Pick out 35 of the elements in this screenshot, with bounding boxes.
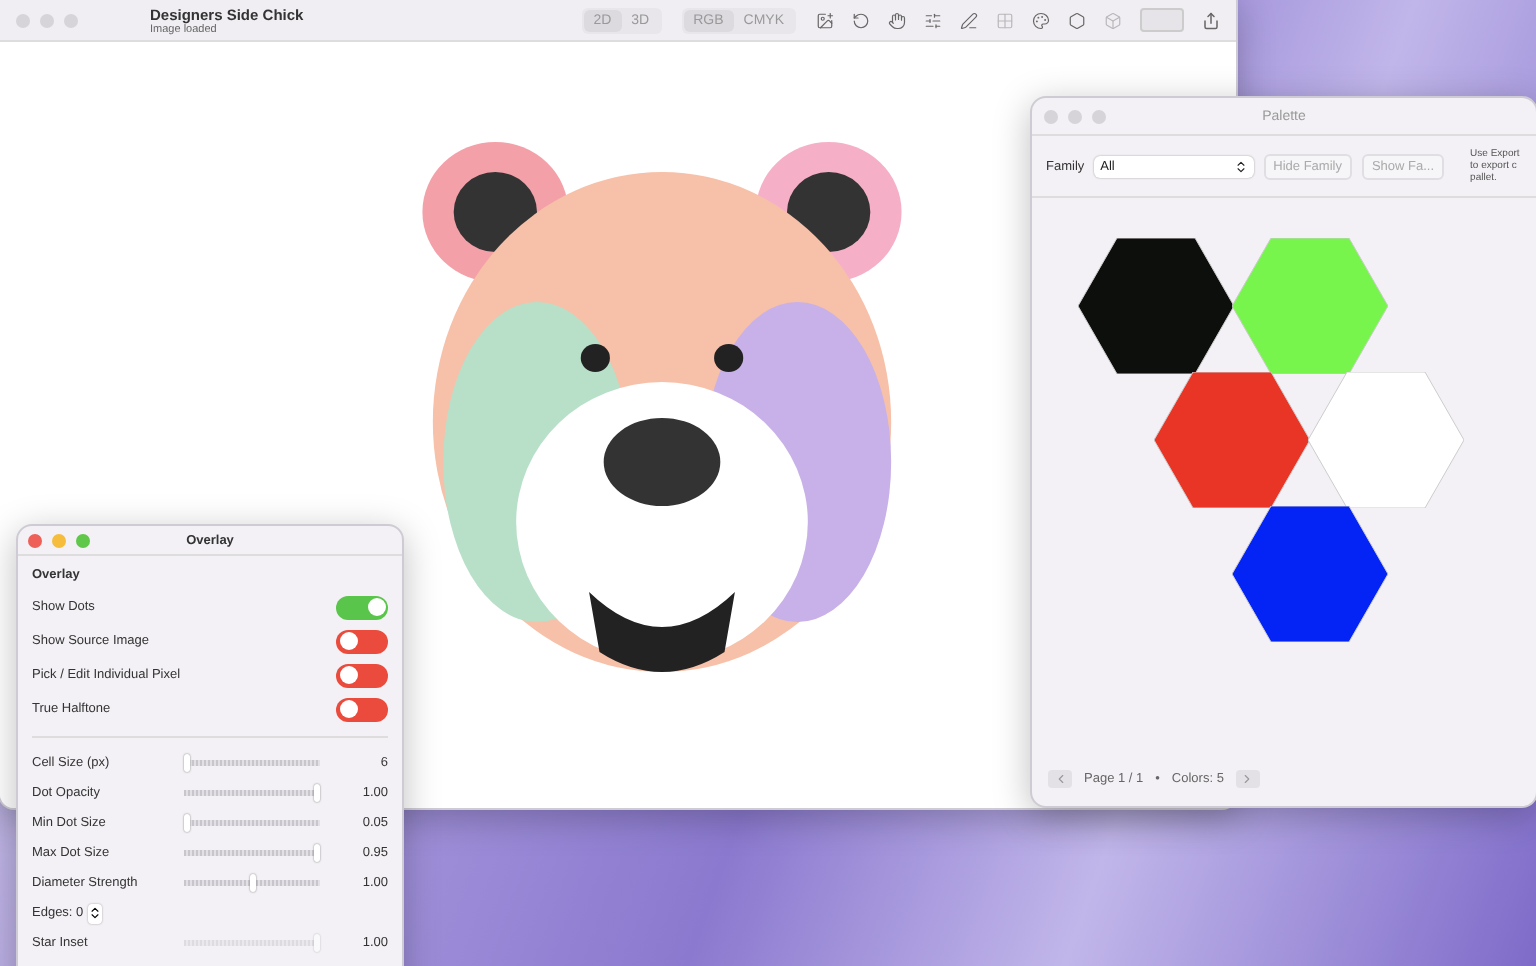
- stepper-arrows-icon: [87, 906, 102, 920]
- palette-icon[interactable]: [1032, 11, 1050, 29]
- slider-track[interactable]: [184, 790, 320, 796]
- toggle-switch[interactable]: [336, 697, 388, 721]
- slider-thumb[interactable]: [249, 874, 255, 892]
- color-swatch[interactable]: [1232, 238, 1388, 374]
- color-swatch[interactable]: [1232, 506, 1388, 642]
- rotate-icon[interactable]: [852, 11, 870, 29]
- color-swatch[interactable]: [1154, 372, 1310, 508]
- previous-page-button[interactable]: [1048, 769, 1072, 787]
- color-swatch[interactable]: [1078, 238, 1234, 374]
- stepper-button[interactable]: [87, 903, 102, 923]
- slider-track[interactable]: [184, 820, 320, 826]
- slider-thumb[interactable]: [184, 754, 190, 772]
- hand-icon[interactable]: [888, 11, 906, 29]
- toggle-switch[interactable]: [336, 629, 388, 653]
- pen-icon[interactable]: [960, 11, 978, 29]
- cube-icon[interactable]: [1104, 11, 1122, 29]
- slider-track[interactable]: [184, 850, 320, 856]
- image-icon[interactable]: [816, 11, 834, 29]
- color-swatch[interactable]: [1308, 372, 1464, 508]
- dropdown-arrows-icon: [1233, 159, 1248, 173]
- slider-thumb[interactable]: [314, 784, 320, 802]
- slider-thumb[interactable]: [314, 844, 320, 862]
- slider-thumb[interactable]: [184, 814, 190, 832]
- toggle-switch[interactable]: [336, 595, 388, 619]
- hexagon-icon[interactable]: [1068, 11, 1086, 29]
- grid-icon[interactable]: [996, 11, 1014, 29]
- next-page-button[interactable]: [1235, 769, 1260, 787]
- toggle-switch[interactable]: [336, 663, 388, 687]
- sliders-icon[interactable]: [924, 11, 942, 29]
- share-icon[interactable]: [1202, 11, 1220, 29]
- slider-track[interactable]: [184, 760, 320, 766]
- slider-track[interactable]: [184, 880, 320, 886]
- toolbar-field[interactable]: [1140, 8, 1184, 32]
